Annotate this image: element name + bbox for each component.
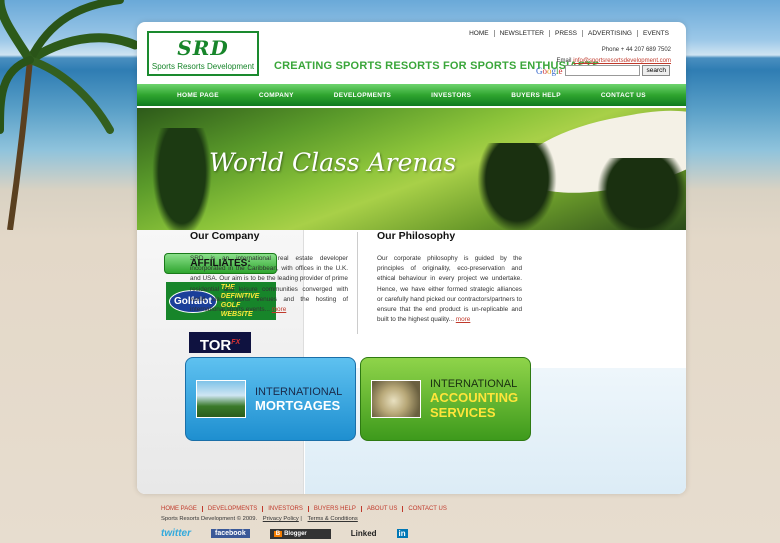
torfx-suffix: FX <box>231 339 241 346</box>
tree-left <box>152 128 212 230</box>
logo-mark: SRD <box>177 36 229 60</box>
privacy-policy-link[interactable]: Privacy Policy <box>263 516 299 522</box>
house-image <box>196 380 246 418</box>
accounting-line2: ACCOUNTING <box>430 390 519 405</box>
banner-title: World Class Arenas <box>209 148 457 177</box>
copyright-line: Sports Resorts Development © 2009. Priva… <box>161 516 358 522</box>
philosophy-heading: Our Philosophy <box>377 230 456 242</box>
top-nav-newsletter[interactable]: NEWSLETTER <box>495 30 550 37</box>
google-logo: Google <box>535 65 563 76</box>
search-bar: Google search <box>536 65 670 76</box>
twitter-icon[interactable]: twitter <box>161 528 191 539</box>
philosophy-section: Our Philosophy Our corporate philosophy … <box>377 230 522 325</box>
copyright: Sports Resorts Development © 2009. <box>161 516 258 522</box>
tree-right <box>597 158 686 230</box>
nav-buyers-help[interactable]: BUYERS HELP <box>511 92 561 99</box>
facebook-icon[interactable]: facebook <box>211 529 250 538</box>
phone-number: Phone + 44 207 689 7502 <box>601 47 671 53</box>
company-more-link[interactable]: more <box>272 306 287 313</box>
nav-developments[interactable]: DEVELOPMENTS <box>334 92 391 99</box>
email-label: Email <box>556 58 572 64</box>
top-nav-press[interactable]: PRESS <box>550 30 584 37</box>
blogger-icon[interactable]: B Blogger <box>269 528 331 539</box>
mortgages-line2: MORTGAGES <box>255 397 341 413</box>
blogger-label: Blogger <box>284 530 307 537</box>
nav-home-page[interactable]: HOME PAGE <box>177 92 219 99</box>
nav-company[interactable]: COMPANY <box>259 92 294 99</box>
terms-link[interactable]: Terms & Conditions <box>308 516 358 522</box>
top-nav: HOME NEWSLETTER PRESS ADVERTISING EVENTS <box>464 30 674 37</box>
international-mortgages-button[interactable]: INTERNATIONAL MORTGAGES <box>185 357 356 441</box>
linkedin-label: Linked <box>350 529 377 538</box>
srd-logo[interactable]: SRD Sports Resorts Development <box>147 31 259 76</box>
torfx-affiliate-link[interactable]: TORFX <box>189 332 251 354</box>
footer-developments[interactable]: DEVELOPMENTS <box>203 506 264 512</box>
company-heading: Our Company <box>190 230 260 242</box>
email-link[interactable]: info@sportsresortsdevelopment.com <box>573 58 671 64</box>
company-body: SRD is an international real estate deve… <box>190 255 348 314</box>
philosophy-text: Our corporate philosophy is guided by th… <box>377 254 522 325</box>
search-input[interactable] <box>565 65 641 76</box>
footer-buyers-help[interactable]: BUYERS HELP <box>309 506 362 512</box>
search-button[interactable]: search <box>642 65 670 76</box>
footer-about-us[interactable]: ABOUT US <box>362 506 404 512</box>
top-nav-home[interactable]: HOME <box>464 30 495 37</box>
linkedin-icon[interactable]: Linked in <box>351 529 408 538</box>
linkedin-in: in <box>396 529 408 538</box>
footer-investors[interactable]: INVESTORS <box>263 506 309 512</box>
nav-investors[interactable]: INVESTORS <box>431 92 471 99</box>
footer-nav: HOME PAGE DEVELOPMENTS INVESTORS BUYERS … <box>161 506 452 512</box>
palm-tree-decoration <box>0 0 140 230</box>
footer: HOME PAGE DEVELOPMENTS INVESTORS BUYERS … <box>161 506 452 522</box>
philosophy-body: Our corporate philosophy is guided by th… <box>377 255 522 324</box>
contact-info: Phone + 44 207 689 7502 Email info@sport… <box>557 45 672 67</box>
accounting-text: INTERNATIONAL ACCOUNTING SERVICES <box>430 378 518 420</box>
philosophy-more-link[interactable]: more <box>456 316 471 323</box>
mortgages-text: INTERNATIONAL MORTGAGES <box>255 386 342 413</box>
footer-contact-us[interactable]: CONTACT US <box>403 506 451 512</box>
coins-image <box>371 380 421 418</box>
international-accounting-button[interactable]: INTERNATIONAL ACCOUNTING SERVICES <box>360 357 531 441</box>
main-nav: HOME PAGE COMPANY DEVELOPMENTS INVESTORS… <box>137 84 686 106</box>
company-section: Our Company SRD is an international real… <box>190 230 348 315</box>
top-nav-events[interactable]: EVENTS <box>638 30 674 37</box>
logo-subtitle: Sports Resorts Development <box>151 62 255 71</box>
column-divider <box>357 232 358 334</box>
torfx-logo-text: TOR <box>199 337 232 354</box>
accounting-line1: INTERNATIONAL <box>430 378 518 390</box>
company-text: SRD is an international real estate deve… <box>190 254 348 315</box>
top-nav-advertising[interactable]: ADVERTISING <box>583 30 638 37</box>
accounting-line3: SERVICES <box>430 405 496 420</box>
footer-home-page[interactable]: HOME PAGE <box>161 506 203 512</box>
hero-banner: World Class Arenas <box>137 108 686 230</box>
mortgages-line1: INTERNATIONAL <box>255 385 343 398</box>
social-links: twitter facebook B Blogger Linked in <box>161 528 428 539</box>
tree-middle <box>477 143 557 230</box>
nav-contact-us[interactable]: CONTACT US <box>601 92 646 99</box>
